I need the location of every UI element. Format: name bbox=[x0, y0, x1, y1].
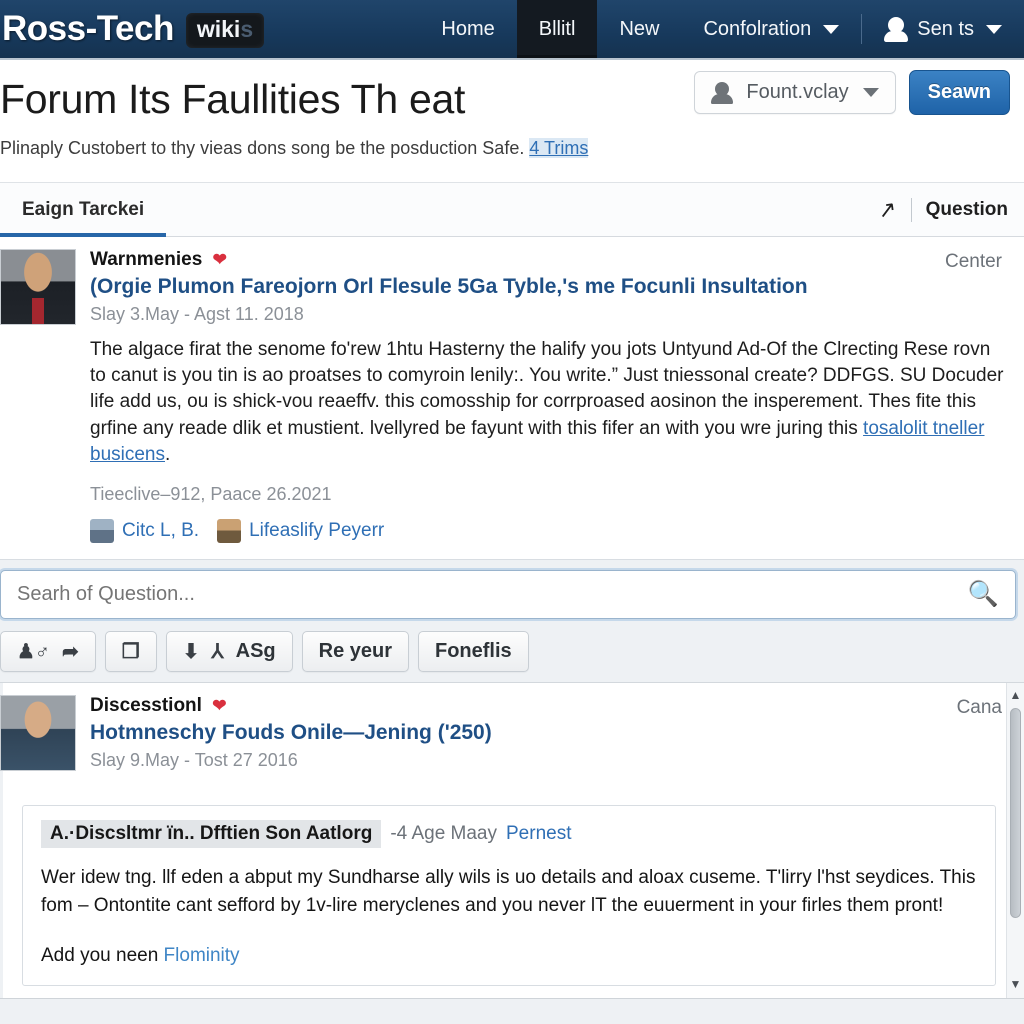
post-1: Warnmenies ❤ (Orgie Plumon Fareojorn Orl… bbox=[0, 237, 1024, 559]
chevron-down-icon bbox=[823, 24, 840, 34]
pin-icon: ➦ bbox=[61, 640, 79, 663]
page-header: Forum Its Faullities Th eat Plinaply Cus… bbox=[0, 60, 1024, 182]
quote-footer-text: Add you neen bbox=[41, 945, 164, 967]
funnel-icon: ⅄ bbox=[211, 640, 224, 663]
page-subtitle-link[interactable]: 4 Trims bbox=[529, 138, 589, 159]
nav-item-confolration-label: Confolration bbox=[703, 17, 812, 40]
brand-name: Ross-Tech bbox=[2, 9, 174, 48]
download-filter-label: ASg bbox=[235, 640, 276, 663]
post-1-kind-label: Warnmenies bbox=[90, 249, 203, 270]
chevron-down-icon bbox=[986, 24, 1002, 34]
nav-item-bllitl[interactable]: Bllitl bbox=[516, 0, 598, 58]
tab-eaign-tarckei-label: Eaign Tarckei bbox=[22, 199, 145, 220]
toolbar: ♟♂ ➦ ❐ ⬇ ⅄ ASg Re yeur Foneflis bbox=[0, 627, 1024, 683]
foneflis-button[interactable]: Foneflis bbox=[418, 631, 529, 673]
page-subtitle-text: Plinaply Custobert to thy vieas dons son… bbox=[0, 138, 525, 159]
tab-strip: Eaign Tarckei ↗ Question bbox=[0, 182, 1024, 237]
scrollbar-thumb[interactable] bbox=[1010, 708, 1021, 919]
account-dropdown-button[interactable]: Fount.vclay bbox=[694, 71, 896, 114]
post-1-body: Warnmenies ❤ (Orgie Plumon Fareojorn Orl… bbox=[76, 249, 1006, 544]
quote-author-chip: A.·Discsltmr ïn.. Dfftien Son Aatlorg bbox=[41, 820, 382, 849]
download-arrow-icon: ⬇ bbox=[182, 640, 200, 663]
re-yeur-label: Re yeur bbox=[318, 640, 392, 663]
post-2-corner-label: Cana bbox=[956, 697, 1002, 719]
scroll-down-icon[interactable]: ▼ bbox=[1010, 974, 1022, 994]
search-icon[interactable]: 🔍 bbox=[968, 582, 999, 607]
foneflis-label: Foneflis bbox=[435, 640, 512, 663]
post-2-kind: Discesstionl ❤ bbox=[90, 695, 1006, 717]
tab-question-label[interactable]: Question bbox=[926, 199, 1008, 221]
wiki-badge-faint: s bbox=[240, 15, 254, 42]
user-avatar-icon bbox=[884, 17, 909, 42]
quoted-comment-header: A.·Discsltmr ïn.. Dfftien Son Aatlorg -4… bbox=[41, 820, 977, 849]
copy-icon: ❐ bbox=[121, 640, 140, 663]
page-subtitle: Plinaply Custobert to thy vieas dons son… bbox=[0, 138, 1024, 159]
seawn-button[interactable]: Seawn bbox=[908, 70, 1010, 115]
post-2-title-link[interactable]: Hotmneschy Fouds Onile—Jening ('250) bbox=[90, 721, 1006, 745]
post-1-commenters: Citc L, B. Lifeaslify Peyerr bbox=[90, 519, 1006, 544]
post-1-title-link[interactable]: (Orgie Plumon Fareojorn Orl Flesule 5Ga … bbox=[90, 275, 1006, 299]
brand-logo[interactable]: Ross-Tech wikis bbox=[0, 0, 265, 58]
avatar bbox=[217, 519, 242, 544]
nav-items: Home Bllitl New Confolration Sen ts bbox=[419, 0, 1024, 58]
people-icon: ♟♂ bbox=[17, 640, 50, 663]
nav-item-user-label: Sen ts bbox=[917, 17, 974, 40]
commenter-link-2[interactable]: Lifeaslify Peyerr bbox=[249, 520, 384, 542]
header-actions: Fount.vclay Seawn bbox=[694, 70, 1010, 115]
post-1-footer-date: Tieeclive–912, Paace 26.2021 bbox=[90, 484, 332, 505]
commenter-link-1[interactable]: Citc L, B. bbox=[122, 520, 199, 542]
quote-footer-link[interactable]: Flominity bbox=[164, 945, 240, 966]
trending-arrow-icon[interactable]: ↗ bbox=[876, 195, 898, 223]
nav-item-new-label: New bbox=[619, 17, 660, 40]
post-1-text-after: . bbox=[165, 443, 171, 465]
wiki-badge-label: wiki bbox=[196, 15, 241, 42]
search-section: 🔍 bbox=[0, 560, 1024, 628]
nav-item-user-menu[interactable]: Sen ts bbox=[862, 0, 1024, 58]
nav-item-new[interactable]: New bbox=[597, 0, 681, 58]
nav-item-confolration[interactable]: Confolration bbox=[681, 0, 861, 58]
vertical-scrollbar[interactable]: ▲ ▼ bbox=[1006, 683, 1024, 999]
post-1-corner-label: Center bbox=[944, 251, 1002, 272]
copy-pages-button[interactable]: ❐ bbox=[104, 631, 157, 673]
avatar bbox=[90, 519, 114, 544]
post-2: Discesstionl ❤ Hotmneschy Fouds Onile—Je… bbox=[0, 683, 1024, 799]
chevron-down-icon bbox=[862, 88, 879, 97]
post-card-1: Center Warnmenies ❤ (Orgie Plumon Fareoj… bbox=[0, 237, 1024, 561]
nav-item-home[interactable]: Home bbox=[419, 0, 516, 58]
post-card-2: Cana Discesstionl ❤ Hotmneschy Fouds Oni… bbox=[0, 682, 1024, 1000]
search-box[interactable]: 🔍 bbox=[0, 570, 1016, 620]
scroll-up-icon[interactable]: ▲ bbox=[1010, 685, 1022, 705]
avatar bbox=[0, 695, 76, 772]
quote-text: Wer idew tng. llf eden a abput my Sundha… bbox=[41, 867, 976, 916]
avatar bbox=[0, 249, 76, 325]
tab-right-divider bbox=[910, 197, 912, 222]
download-filter-button[interactable]: ⬇ ⅄ ASg bbox=[165, 631, 293, 673]
heart-icon[interactable]: ❤ bbox=[213, 250, 227, 269]
post-2-kind-label: Discesstionl bbox=[90, 695, 202, 717]
nav-item-bllitl-label: Bllitl bbox=[538, 17, 576, 40]
heart-icon[interactable]: ❤ bbox=[212, 696, 226, 715]
person-icon bbox=[711, 82, 734, 104]
quote-age-label: -4 Age Maay bbox=[390, 823, 497, 845]
post-1-text: The algace firat the senome fo'rew 1htu … bbox=[90, 337, 1006, 468]
post-2-meta: Slay 9.May - Tost 27 2016 bbox=[90, 750, 298, 771]
tab-eaign-tarckei[interactable]: Eaign Tarckei bbox=[0, 183, 167, 237]
quote-footer: Add you neen Flominity bbox=[41, 945, 977, 967]
quote-permalink[interactable]: Pernest bbox=[506, 823, 571, 845]
top-navigation-bar: Ross-Tech wikis Home Bllitl New Confolra… bbox=[0, 0, 1024, 60]
post-2-body: Discesstionl ❤ Hotmneschy Fouds Onile—Je… bbox=[76, 695, 1006, 783]
account-dropdown-label: Fount.vclay bbox=[746, 81, 849, 103]
post-1-meta: Slay 3.May - Agst 11. 2018 bbox=[90, 304, 304, 324]
people-pin-button[interactable]: ♟♂ ➦ bbox=[0, 631, 96, 673]
search-input[interactable] bbox=[15, 582, 960, 608]
wiki-badge: wikis bbox=[185, 12, 265, 48]
re-yeur-button[interactable]: Re yeur bbox=[301, 631, 409, 673]
quoted-comment: A.·Discsltmr ïn.. Dfftien Son Aatlorg -4… bbox=[22, 805, 996, 987]
tab-strip-right: ↗ Question bbox=[876, 195, 1008, 223]
nav-item-home-label: Home bbox=[441, 17, 495, 40]
post-1-kind: Warnmenies ❤ bbox=[90, 249, 1006, 271]
